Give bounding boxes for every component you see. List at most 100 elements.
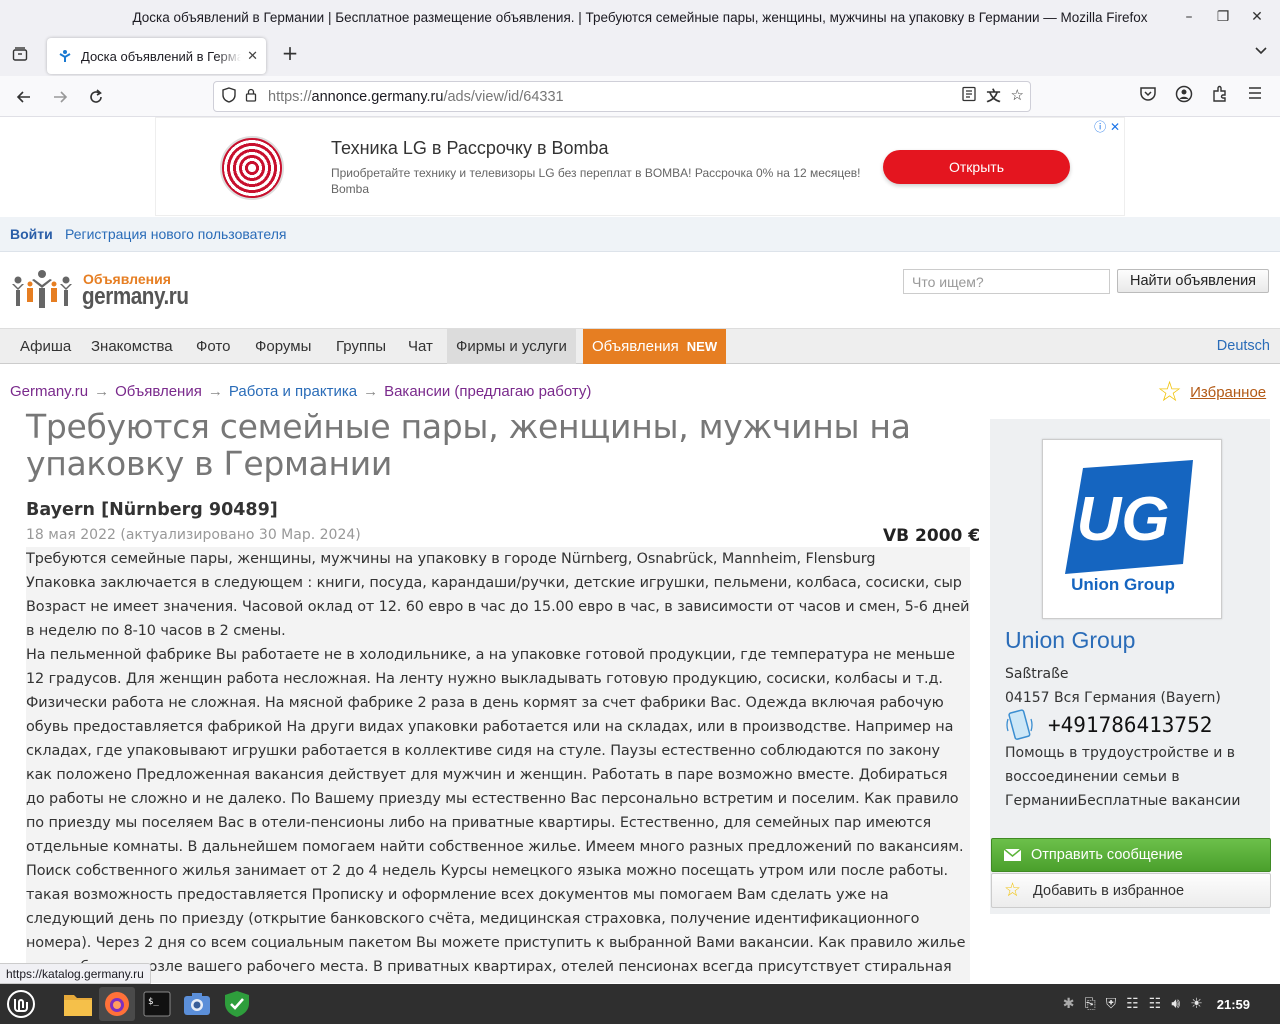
site-favicon-icon	[57, 48, 73, 64]
language-switch[interactable]: Deutsch	[1217, 338, 1270, 354]
main-menu: Афиша Знакомства Фото Форумы Группы Чат …	[0, 328, 1280, 364]
window-titlebar: Доска объявлений в Германии | Бесплатное…	[0, 0, 1280, 34]
ad-open-button[interactable]: Открыть	[883, 150, 1070, 184]
menu-item-photo[interactable]: Фото	[196, 329, 230, 364]
ad-banner[interactable]: Техника LG в Рассрочку в Bomba Приобрета…	[155, 117, 1125, 216]
menu-item-groups[interactable]: Группы	[336, 329, 386, 364]
menu-item-firms[interactable]: Фирмы и услуги	[447, 329, 576, 364]
login-link[interactable]: Войти	[10, 226, 53, 242]
menu-item-forums[interactable]: Форумы	[255, 329, 311, 364]
breadcrumb-arrow: →	[94, 383, 110, 400]
description-paragraph: На пельменной фабрике Вы работаете не в …	[26, 647, 964, 855]
listing-description: Требуются семейные пары, женщины, мужчин…	[26, 547, 970, 983]
company-city: 04157 Вся Германия (Bayern)	[1005, 690, 1221, 706]
menu-item-ads[interactable]: Объявления NEW	[583, 329, 727, 364]
status-url: https://katalog.germany.ru	[0, 963, 151, 984]
logo-title[interactable]: germany.ru	[82, 283, 189, 311]
reader-view-icon[interactable]	[961, 86, 977, 106]
screenshot-icon[interactable]	[179, 987, 215, 1021]
minimize-icon[interactable]: –	[1172, 9, 1206, 25]
breadcrumb-arrow: →	[207, 383, 223, 400]
company-name[interactable]: Union Group	[1005, 627, 1135, 654]
login-bar: Войти Регистрация нового пользователя	[0, 217, 1280, 252]
ad-title[interactable]: Техника LG в Рассрочку в Bomba	[331, 138, 609, 159]
translate-icon[interactable]: 文	[987, 86, 1001, 106]
breadcrumb-vacancies[interactable]: Вакансии (предлагаю работу)	[384, 383, 591, 400]
bookmark-star-icon[interactable]: ☆	[1011, 86, 1024, 106]
company-street: Saßtraße	[1005, 666, 1069, 682]
firefox-icon[interactable]	[99, 987, 135, 1021]
breadcrumb-home[interactable]: Germany.ru	[10, 383, 88, 400]
brightness-icon[interactable]: ☀	[1190, 996, 1203, 1012]
pocket-icon[interactable]	[1139, 85, 1157, 107]
clock[interactable]: 21:59	[1217, 997, 1250, 1012]
send-message-button[interactable]: Отправить сообщение	[991, 838, 1271, 872]
page-title: Требуются семейные пары, женщины, мужчин…	[26, 407, 911, 483]
menu-item-dating[interactable]: Знакомства	[91, 329, 173, 364]
register-link[interactable]: Регистрация нового пользователя	[65, 226, 286, 242]
favorites-link[interactable]: ☆ Избранное	[1157, 376, 1267, 407]
add-favorite-button[interactable]: ☆ Добавить в избранное	[991, 873, 1271, 908]
tab-close-icon[interactable]: ✕	[247, 48, 258, 64]
ad-info-icon[interactable]: ⓘ ✕	[1094, 118, 1120, 135]
account-icon[interactable]	[1175, 85, 1193, 107]
navigation-toolbar: https://annonce.germany.ru/ads/view/id/6…	[0, 76, 1280, 117]
network-icon[interactable]: ☷	[1149, 996, 1162, 1012]
menu-item-ads-label: Объявления	[592, 338, 679, 355]
favorites-label: Избранное	[1190, 383, 1267, 401]
back-icon[interactable]	[11, 84, 37, 110]
company-about: Помощь в трудоустройстве и в воссоединен…	[1005, 745, 1241, 809]
new-badge: NEW	[686, 339, 718, 354]
ad-description: Приобретайте технику и телевизоры LG без…	[331, 166, 861, 196]
company-logo[interactable]: UG Union Group	[1042, 439, 1222, 619]
search-button[interactable]: Найти объявления	[1117, 269, 1269, 293]
favorites-star-icon: ☆	[1157, 376, 1183, 407]
bluetooth-icon[interactable]: ✱	[1063, 996, 1075, 1012]
url-text: https://annonce.germany.ru/ads/view/id/6…	[268, 88, 564, 105]
extensions-icon[interactable]	[1211, 85, 1229, 107]
menu-item-afisha[interactable]: Афиша	[20, 329, 71, 364]
add-favorite-label: Добавить в избранное	[1033, 882, 1185, 899]
description-paragraph: Упаковка заключается в следующем : книги…	[26, 575, 970, 639]
files-icon[interactable]	[60, 987, 96, 1021]
description-paragraph: Поиск собственного жилья занимает от 2 д…	[26, 863, 966, 975]
send-message-label: Отправить сообщение	[1031, 847, 1183, 863]
url-bar[interactable]: https://annonce.germany.ru/ads/view/id/6…	[213, 81, 1031, 112]
shield-icon[interactable]	[219, 987, 255, 1021]
company-phone[interactable]: +491786413752	[1048, 713, 1212, 737]
system-tray: ✱ ⎘ ⛨ ☷ ☷ 🔊︎ ☀ 21:59	[1063, 984, 1270, 1024]
close-icon[interactable]: ✕	[1240, 9, 1274, 25]
logo-people-icon[interactable]	[10, 270, 74, 310]
taskbar: $_ ✱ ⎘ ⛨ ☷ ☷ 🔊︎ ☀ 21:59	[0, 984, 1280, 1024]
star-icon: ☆	[1004, 880, 1022, 901]
menu-item-chat[interactable]: Чат	[408, 329, 433, 364]
shield-tray-icon[interactable]: ⛨	[1106, 996, 1117, 1012]
tab-strip: Доска объявлений в Германии | Бесплатное…	[0, 34, 1280, 76]
phone-icon	[1006, 709, 1033, 740]
new-tab-icon[interactable]: +	[279, 43, 301, 65]
tracking-shield-icon[interactable]	[218, 87, 240, 106]
list-all-tabs-icon[interactable]	[1254, 44, 1268, 60]
ad-logo	[220, 136, 284, 200]
listing-price: VB 2000 €	[883, 526, 981, 546]
volume-icon[interactable]: 🔊︎	[1171, 996, 1180, 1012]
terminal-icon[interactable]: $_	[139, 987, 175, 1021]
search-input[interactable]: Что ищем?	[903, 269, 1110, 294]
listing-dates: 18 мая 2022 (актуализировано 30 Мар. 202…	[26, 527, 361, 543]
breadcrumb-work[interactable]: Работа и практика	[229, 383, 357, 400]
lock-icon[interactable]	[240, 88, 262, 105]
restore-icon[interactable]: ❐	[1206, 9, 1240, 25]
clipboard-icon[interactable]: ⎘	[1085, 996, 1096, 1012]
notes-icon[interactable]: ☷	[1126, 996, 1139, 1012]
svg-text:$_: $_	[148, 997, 159, 1007]
company-logo-text: Union Group	[1071, 575, 1175, 594]
reload-icon[interactable]	[83, 84, 109, 110]
app-menu-icon[interactable]	[1247, 85, 1263, 105]
envelope-icon	[1004, 849, 1021, 861]
window-title: Доска объявлений в Германии | Бесплатное…	[132, 9, 1148, 25]
breadcrumb-ads[interactable]: Объявления	[115, 383, 202, 400]
tab-active[interactable]: Доска объявлений в Германии | Бесплатное…	[47, 38, 266, 74]
mint-menu-icon[interactable]	[3, 987, 39, 1021]
firefox-view-icon[interactable]	[6, 40, 34, 68]
forward-icon[interactable]	[47, 84, 73, 110]
